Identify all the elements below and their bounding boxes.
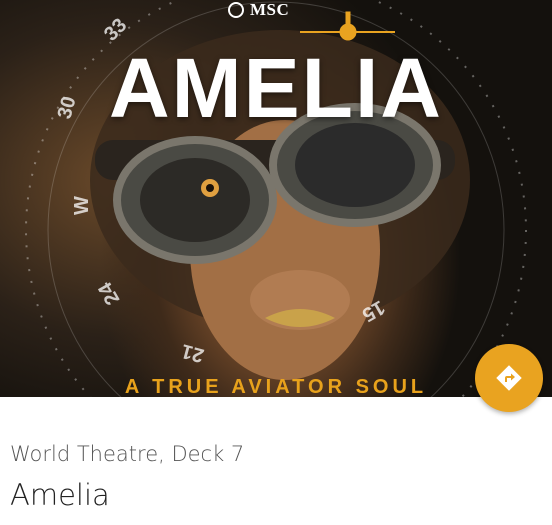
show-info: World Theatre, Deck 7 Amelia (10, 440, 244, 514)
directions-icon (496, 365, 522, 391)
show-card[interactable]: 33 30 W 24 21 15 MSC AMELIA A TRUE AVIAT… (0, 0, 552, 525)
brand-logo: MSC (228, 0, 328, 20)
poster-tagline: A TRUE AVIATOR SOUL (124, 376, 428, 397)
show-poster-image[interactable]: 33 30 W 24 21 15 MSC AMELIA A TRUE AVIAT… (0, 0, 552, 397)
show-name: Amelia (10, 478, 110, 512)
svg-text:W: W (71, 196, 93, 215)
svg-text:21: 21 (179, 339, 206, 366)
directions-button[interactable] (475, 344, 543, 412)
msc-emblem-icon (228, 2, 244, 18)
poster-title: AMELIA (109, 41, 443, 135)
svg-text:24: 24 (94, 277, 125, 308)
show-location: World Theatre, Deck 7 (10, 442, 245, 466)
brand-name: MSC (250, 0, 290, 19)
